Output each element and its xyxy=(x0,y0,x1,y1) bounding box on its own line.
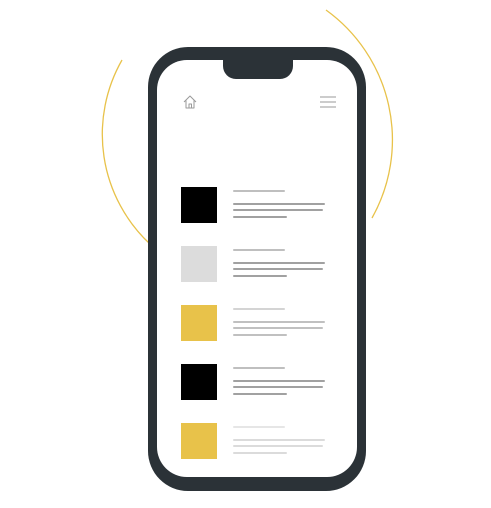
placeholder-text-line xyxy=(233,216,287,218)
item-thumbnail xyxy=(181,305,217,341)
placeholder-text-line xyxy=(233,426,285,428)
placeholder-text-line xyxy=(233,203,325,205)
item-thumbnail xyxy=(181,187,217,223)
placeholder-text-line xyxy=(233,393,287,395)
item-thumbnail xyxy=(181,246,217,282)
placeholder-text-line xyxy=(233,380,325,382)
placeholder-text-line xyxy=(233,275,287,277)
phone-frame xyxy=(148,47,366,491)
list-item[interactable] xyxy=(181,364,341,400)
placeholder-text-line xyxy=(233,249,285,251)
list-item[interactable] xyxy=(181,187,341,223)
illustration xyxy=(0,0,491,508)
item-thumbnail xyxy=(181,364,217,400)
placeholder-text-line xyxy=(233,452,287,454)
phone-notch xyxy=(223,60,293,79)
placeholder-text-line xyxy=(233,308,285,310)
placeholder-text-line xyxy=(233,439,325,441)
placeholder-text-line xyxy=(233,367,285,369)
placeholder-text-line xyxy=(233,327,323,329)
list-item[interactable] xyxy=(181,246,341,282)
list-item[interactable] xyxy=(181,423,341,459)
placeholder-text-line xyxy=(233,268,323,270)
placeholder-text-line xyxy=(233,321,325,323)
left-accent-arc xyxy=(101,59,151,245)
hamburger-menu-icon[interactable] xyxy=(320,96,336,108)
placeholder-text-line xyxy=(233,262,325,264)
placeholder-text-line xyxy=(233,334,287,336)
placeholder-text-line xyxy=(233,190,285,192)
home-icon[interactable] xyxy=(182,94,198,110)
phone-screen xyxy=(157,60,357,477)
placeholder-text-line xyxy=(233,209,323,211)
list-item[interactable] xyxy=(181,305,341,341)
placeholder-text-line xyxy=(233,386,323,388)
item-thumbnail xyxy=(181,423,217,459)
placeholder-text-line xyxy=(233,445,323,447)
